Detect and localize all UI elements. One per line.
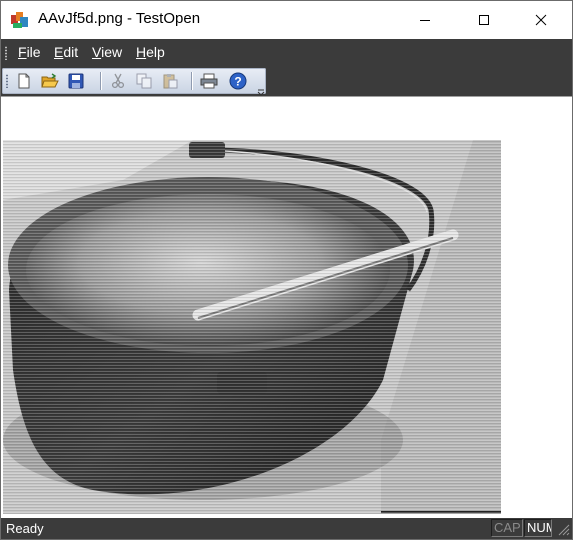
- help-icon: ?: [229, 72, 247, 90]
- app-icon[interactable]: [10, 10, 30, 30]
- num-lock-indicator: NUM: [524, 519, 552, 537]
- cut-button[interactable]: [108, 71, 128, 91]
- menu-edit[interactable]: Edit: [54, 44, 78, 60]
- open-button[interactable]: [40, 71, 60, 91]
- cut-scissors-icon: [111, 73, 125, 89]
- menu-view[interactable]: View: [92, 44, 122, 60]
- menubar-grip[interactable]: [5, 46, 7, 60]
- save-disk-icon: [68, 73, 84, 89]
- maximize-button[interactable]: [461, 1, 507, 39]
- caps-lock-indicator: CAP: [491, 519, 523, 537]
- menu-help[interactable]: Help: [136, 44, 165, 60]
- print-icon: [200, 73, 218, 89]
- save-button[interactable]: [66, 71, 86, 91]
- new-document-icon: [18, 73, 30, 89]
- minimize-icon: [420, 20, 430, 21]
- toolbar-row: ?: [1, 66, 572, 96]
- menu-bar: File Edit View Help: [1, 39, 572, 66]
- close-icon: [535, 14, 547, 26]
- help-button[interactable]: ?: [228, 71, 248, 91]
- svg-text:?: ?: [234, 75, 241, 89]
- menu-file[interactable]: File: [18, 44, 41, 60]
- open-folder-icon: [41, 73, 59, 88]
- maximize-icon: [479, 15, 489, 25]
- document-view[interactable]: [1, 96, 572, 519]
- status-bar: Ready CAP NUM: [1, 518, 572, 539]
- close-button[interactable]: [518, 1, 564, 39]
- paste-button[interactable]: [160, 71, 180, 91]
- new-button[interactable]: [14, 71, 34, 91]
- status-text: Ready: [6, 521, 44, 536]
- paste-icon: [163, 74, 178, 89]
- toolbar-separator: [191, 72, 192, 90]
- window-title: AAvJf5d.png - TestOpen: [38, 10, 201, 27]
- print-button[interactable]: [199, 71, 219, 91]
- toolbar-overflow-chevron[interactable]: [257, 83, 265, 96]
- minimize-button[interactable]: [402, 1, 448, 39]
- document-image: [3, 140, 501, 514]
- copy-button[interactable]: [134, 71, 154, 91]
- standard-toolbar: ?: [2, 68, 266, 96]
- toolbar-grip[interactable]: [6, 74, 8, 88]
- toolbar-separator: [100, 72, 101, 90]
- app-window: AAvJf5d.png - TestOpen File Edit View He…: [0, 0, 573, 540]
- resize-grip[interactable]: [556, 522, 570, 536]
- copy-icon: [136, 73, 152, 89]
- title-bar[interactable]: AAvJf5d.png - TestOpen: [1, 1, 572, 39]
